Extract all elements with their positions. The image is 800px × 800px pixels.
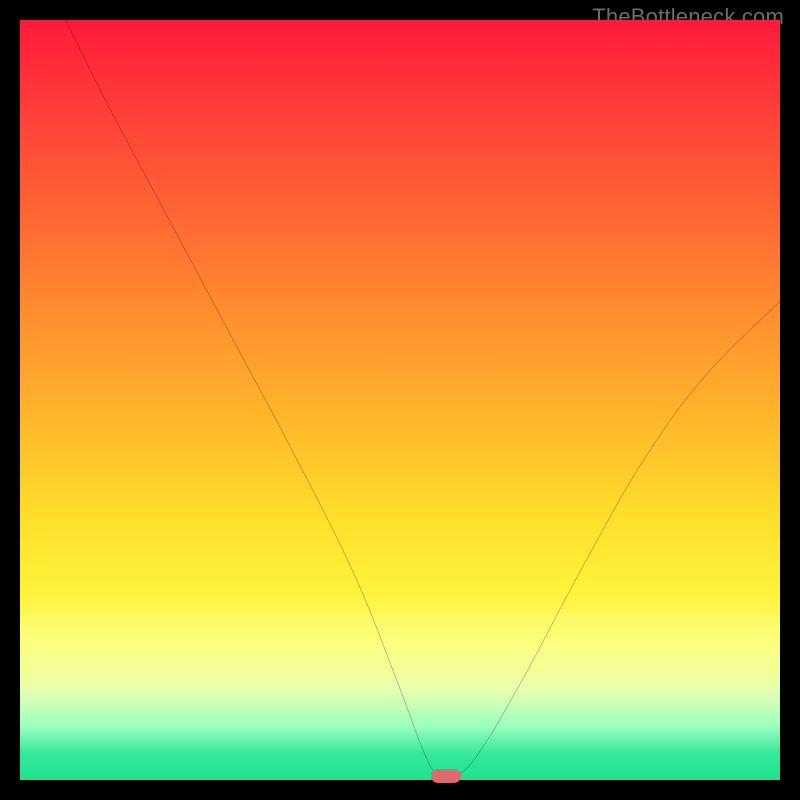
chart-frame: TheBottleneck.com <box>0 0 800 800</box>
bottleneck-curve <box>20 20 780 780</box>
optimum-marker <box>431 769 461 783</box>
curve-path <box>66 20 780 779</box>
plot-area <box>20 20 780 780</box>
